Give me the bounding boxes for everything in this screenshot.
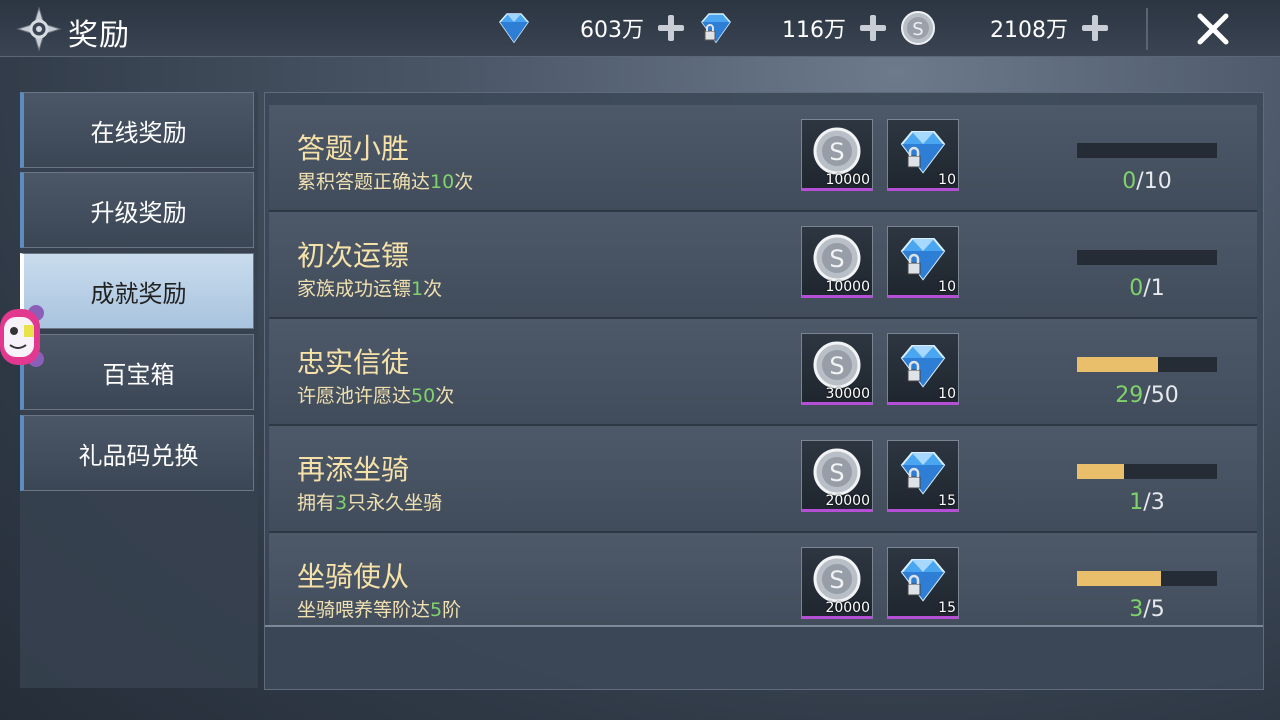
- reward-gem-slot[interactable]: 10: [887, 119, 959, 191]
- achievement-title: 答题小胜: [297, 132, 410, 165]
- page-title: 奖励: [68, 18, 130, 53]
- reward-silver-slot[interactable]: S 20000: [801, 547, 873, 619]
- achievement-title: 再添坐骑: [297, 453, 410, 486]
- svg-text:S: S: [829, 245, 844, 273]
- achievement-panel: 答题小胜 累积答题正确达10次 S 10000 10 0/10 初次运镖 家族成…: [264, 92, 1264, 690]
- reward-silver-slot[interactable]: S 10000: [801, 226, 873, 298]
- achievement-desc: 许愿池许愿达50次: [297, 385, 455, 407]
- locked-diamond-amount: 116万: [782, 18, 846, 43]
- progress-text: 0/10: [1122, 169, 1172, 194]
- achievement-row: 再添坐骑 拥有3只永久坐骑 S 20000 15 1/3: [269, 426, 1257, 533]
- sidebar: 在线奖励 升级奖励 成就奖励 百宝箱 礼品码兑换: [20, 92, 258, 688]
- top-bar: 奖励 603万 116万 S 2108万: [0, 0, 1280, 57]
- currency-locked-diamond: 116万: [696, 8, 890, 48]
- panel-divider: [265, 625, 1263, 627]
- achievement-row: 坐骑使从 坐骑喂养等阶达5阶 S 20000 15 3/5: [269, 533, 1257, 625]
- reward-count: 10000: [825, 279, 870, 295]
- silver-coin-icon: S: [813, 555, 861, 603]
- achievement-title: 坐骑使从: [297, 560, 410, 593]
- close-icon[interactable]: [1190, 6, 1236, 52]
- locked-diamond-icon: [900, 559, 946, 602]
- reward-gem-slot[interactable]: 10: [887, 226, 959, 298]
- svg-text:S: S: [829, 459, 844, 487]
- silver-coin-icon: S: [813, 127, 861, 175]
- reward-count: 10: [938, 279, 956, 295]
- locked-diamond-icon: [900, 131, 946, 174]
- reward-count: 10: [938, 386, 956, 402]
- achievement-desc: 累积答题正确达10次: [297, 171, 474, 193]
- silver-amount: 2108万: [990, 18, 1068, 43]
- divider: [1146, 8, 1148, 50]
- reward-count: 15: [938, 600, 956, 616]
- silver-coin-icon: S: [813, 234, 861, 282]
- achievement-row: 忠实信徒 许愿池许愿达50次 S 30000 10 29/50: [269, 319, 1257, 426]
- svg-text:S: S: [829, 566, 844, 594]
- progress-bar: [1077, 250, 1217, 265]
- add-silver-button[interactable]: [1078, 11, 1112, 45]
- progress-text: 29/50: [1115, 383, 1179, 408]
- achievement-list[interactable]: 答题小胜 累积答题正确达10次 S 10000 10 0/10 初次运镖 家族成…: [269, 105, 1257, 625]
- diamond-amount: 603万: [580, 18, 644, 43]
- silver-coin-icon: S: [813, 448, 861, 496]
- tab-gift-code[interactable]: 礼品码兑换: [20, 415, 254, 491]
- achievement-desc: 坐骑喂养等阶达5阶: [297, 599, 462, 621]
- add-locked-diamond-button[interactable]: [856, 11, 890, 45]
- progress-bar: [1077, 464, 1217, 479]
- compass-emblem-icon: [16, 6, 62, 52]
- reward-silver-slot[interactable]: S 20000: [801, 440, 873, 512]
- reward-count: 20000: [825, 600, 870, 616]
- tab-online-reward[interactable]: 在线奖励: [20, 92, 254, 168]
- svg-text:S: S: [829, 138, 844, 166]
- progress-bar: [1077, 357, 1217, 372]
- silver-coin-icon: S: [901, 11, 935, 45]
- reward-silver-slot[interactable]: S 30000: [801, 333, 873, 405]
- progress-text: 3/5: [1129, 597, 1165, 622]
- locked-diamond-icon: [900, 345, 946, 388]
- progress-fill: [1077, 464, 1124, 479]
- svg-text:S: S: [829, 352, 844, 380]
- achievement-row: 初次运镖 家族成功运镖1次 S 10000 10 0/1: [269, 212, 1257, 319]
- reward-count: 30000: [825, 386, 870, 402]
- svg-text:S: S: [912, 19, 923, 40]
- progress-bar: [1077, 571, 1217, 586]
- add-diamond-button[interactable]: [654, 11, 688, 45]
- silver-coin-icon: S: [813, 341, 861, 389]
- progress-fill: [1077, 571, 1161, 586]
- reward-count: 15: [938, 493, 956, 509]
- currency-silver: S 2108万: [898, 8, 1112, 48]
- diamond-icon: [499, 13, 529, 44]
- reward-gem-slot[interactable]: 15: [887, 547, 959, 619]
- reward-count: 20000: [825, 493, 870, 509]
- progress-fill: [1077, 357, 1159, 372]
- mascot-float-icon[interactable]: [0, 303, 46, 369]
- tab-treasure-box[interactable]: 百宝箱: [20, 334, 254, 410]
- locked-diamond-icon: [701, 13, 731, 44]
- achievement-row: 答题小胜 累积答题正确达10次 S 10000 10 0/10: [269, 105, 1257, 212]
- achievement-title: 初次运镖: [297, 239, 410, 272]
- locked-diamond-icon: [900, 238, 946, 281]
- reward-count: 10000: [825, 172, 870, 188]
- achievement-desc: 家族成功运镖1次: [297, 278, 443, 300]
- tab-achievement-reward[interactable]: 成就奖励: [20, 253, 254, 329]
- tab-level-reward[interactable]: 升级奖励: [20, 172, 254, 248]
- achievement-desc: 拥有3只永久坐骑: [297, 492, 443, 514]
- reward-silver-slot[interactable]: S 10000: [801, 119, 873, 191]
- reward-gem-slot[interactable]: 15: [887, 440, 959, 512]
- reward-gem-slot[interactable]: 10: [887, 333, 959, 405]
- reward-count: 10: [938, 172, 956, 188]
- progress-text: 1/3: [1129, 490, 1165, 515]
- progress-bar: [1077, 143, 1217, 158]
- achievement-title: 忠实信徒: [297, 346, 410, 379]
- currency-diamond: 603万: [494, 8, 688, 48]
- progress-text: 0/1: [1129, 276, 1165, 301]
- locked-diamond-icon: [900, 452, 946, 495]
